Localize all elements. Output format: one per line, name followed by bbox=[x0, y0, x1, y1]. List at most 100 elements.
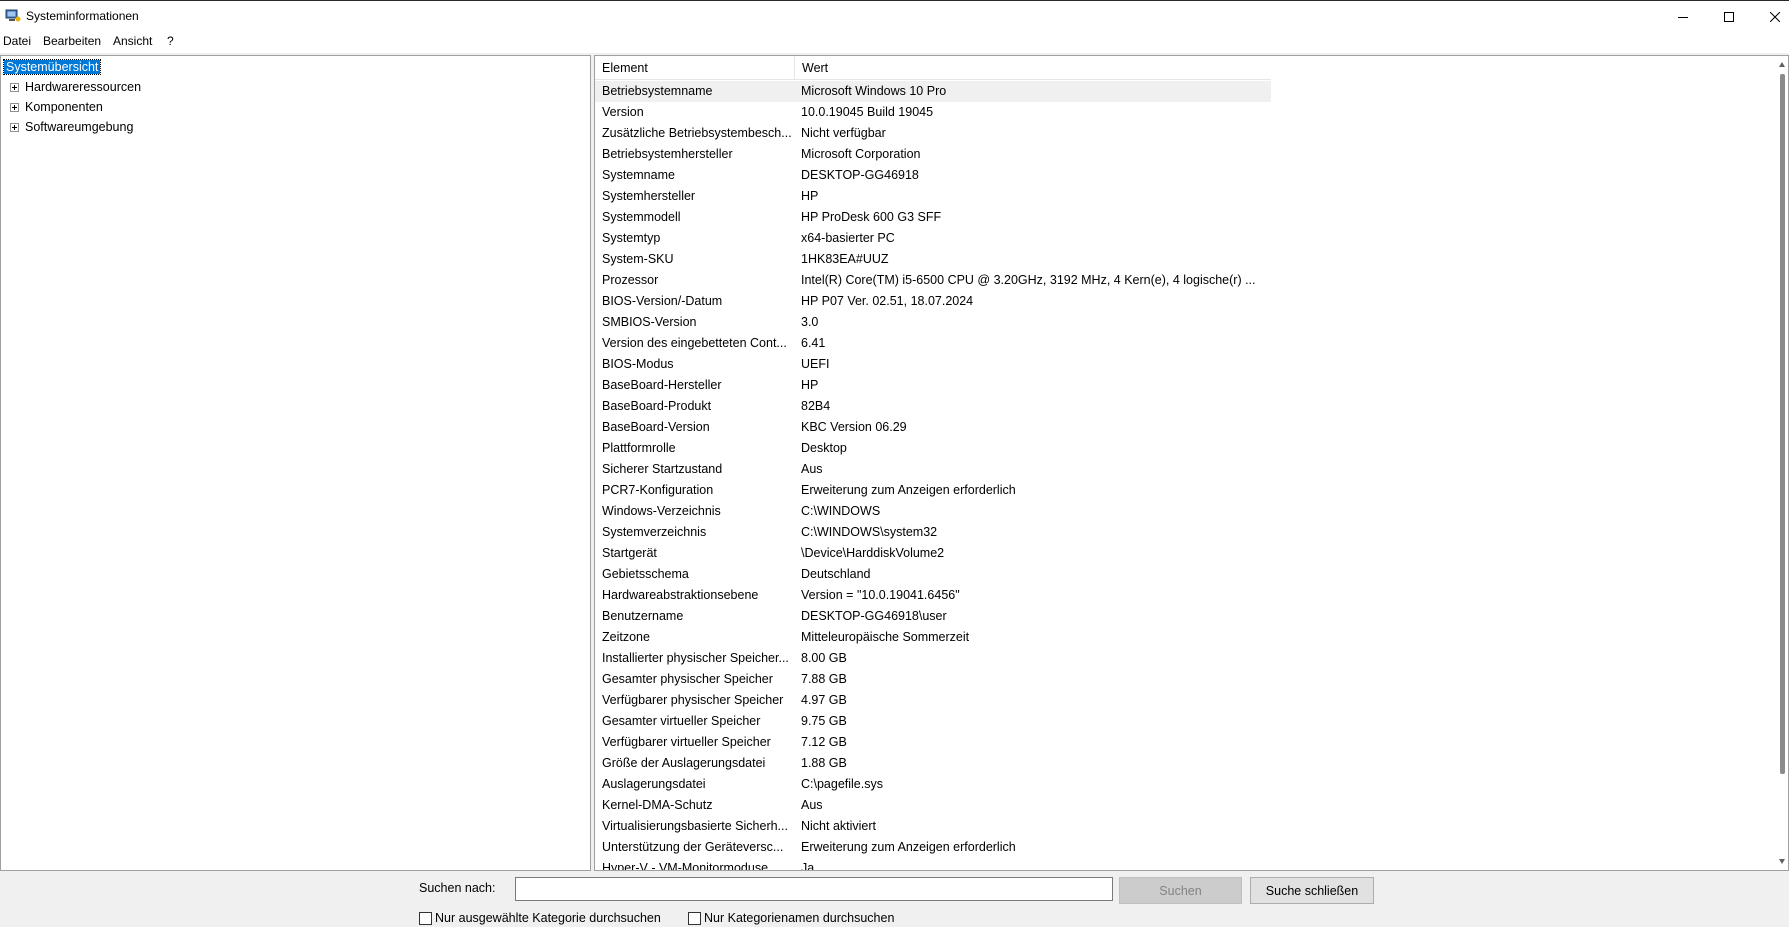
row-value: Microsoft Windows 10 Pro bbox=[801, 84, 947, 98]
table-row[interactable]: Startgerät \Device\HarddiskVolume2 bbox=[595, 543, 1271, 564]
row-value: 4.97 GB bbox=[801, 693, 847, 707]
row-element: Virtualisierungsbasierte Sicherh... bbox=[602, 819, 788, 833]
only-category-names-checkbox[interactable]: Nur Kategorienamen durchsuchen bbox=[688, 911, 908, 925]
table-row[interactable]: BIOS-Modus UEFI bbox=[595, 354, 1271, 375]
table-row[interactable]: BaseBoard-Produkt 82B4 bbox=[595, 396, 1271, 417]
row-value: C:\WINDOWS bbox=[801, 504, 881, 518]
table-row[interactable]: Systemverzeichnis C:\WINDOWS\system32 bbox=[595, 522, 1271, 543]
table-row[interactable]: Version des eingebetteten Cont... 6.41 bbox=[595, 333, 1271, 354]
tree-item-hardwareressourcen[interactable]: Hardwareressourcen bbox=[2, 79, 202, 96]
row-value: HP bbox=[801, 378, 819, 392]
row-value: Ja bbox=[801, 861, 815, 871]
row-value: Intel(R) Core(TM) i5-6500 CPU @ 3.20GHz,… bbox=[801, 273, 1256, 287]
table-row[interactable]: Prozessor Intel(R) Core(TM) i5-6500 CPU @… bbox=[595, 270, 1271, 291]
row-value: C:\pagefile.sys bbox=[801, 777, 883, 791]
table-row[interactable]: BaseBoard-Version KBC Version 06.29 bbox=[595, 417, 1271, 438]
table-row[interactable]: Sicherer Startzustand Aus bbox=[595, 459, 1271, 480]
table-row[interactable]: BaseBoard-Hersteller HP bbox=[595, 375, 1271, 396]
table-row[interactable]: Virtualisierungsbasierte Sicherh... Nicht… bbox=[595, 816, 1271, 837]
table-row[interactable]: Betriebsystemname Microsoft Windows 10 Pr… bbox=[595, 81, 1271, 102]
only-selected-category-checkbox[interactable]: Nur ausgewählte Kategorie durchsuchen bbox=[419, 911, 679, 925]
row-element: Systemmodell bbox=[602, 210, 681, 224]
table-row[interactable]: Zeitzone Mitteleuropäische Sommerzeit bbox=[595, 627, 1271, 648]
table-row[interactable]: Systemtyp x64-basierter PC bbox=[595, 228, 1271, 249]
checkbox-box[interactable] bbox=[688, 912, 701, 925]
window-title: Systeminformationen bbox=[26, 9, 139, 23]
table-row[interactable]: Auslagerungsdatei C:\pagefile.sys bbox=[595, 774, 1271, 795]
menu-bearbeiten[interactable]: Bearbeiten bbox=[43, 34, 101, 48]
row-element: Systemtyp bbox=[602, 231, 661, 245]
tree-item-label: Hardwareressourcen bbox=[25, 80, 142, 94]
row-element: Systemhersteller bbox=[602, 189, 696, 203]
table-row[interactable]: Betriebsystemhersteller Microsoft Corpora… bbox=[595, 144, 1271, 165]
row-value: 3.0 bbox=[801, 315, 819, 329]
table-row[interactable]: Verfügbarer physischer Speicher 4.97 GB bbox=[595, 690, 1271, 711]
row-element: BIOS-Version/-Datum bbox=[602, 294, 723, 308]
row-value: 1HK83EA#UUZ bbox=[801, 252, 889, 266]
menu-bar: Datei Bearbeiten Ansicht ? bbox=[0, 31, 1789, 53]
table-row[interactable]: Systemmodell HP ProDesk 600 G3 SFF bbox=[595, 207, 1271, 228]
expand-icon[interactable] bbox=[10, 103, 19, 112]
table-row[interactable]: Zusätzliche Betriebsystembesch... Nicht v… bbox=[595, 123, 1271, 144]
menu-ansicht[interactable]: Ansicht bbox=[113, 34, 152, 48]
table-row[interactable]: Installierter physischer Speicher... 8.00… bbox=[595, 648, 1271, 669]
table-row[interactable]: Unterstützung der Geräteversc... Erweiter… bbox=[595, 837, 1271, 858]
table-row[interactable]: System-SKU 1HK83EA#UUZ bbox=[595, 249, 1271, 270]
checkbox-label: Nur ausgewählte Kategorie durchsuchen bbox=[435, 911, 661, 925]
expand-icon[interactable] bbox=[10, 123, 19, 132]
close-button[interactable] bbox=[1752, 1, 1789, 32]
table-row[interactable]: Verfügbarer virtueller Speicher 7.12 GB bbox=[595, 732, 1271, 753]
row-value: Mitteleuropäische Sommerzeit bbox=[801, 630, 970, 644]
table-row[interactable]: SMBIOS-Version 3.0 bbox=[595, 312, 1271, 333]
table-row[interactable]: Hyper-V - VM-Monitormoduse... Ja bbox=[595, 858, 1271, 871]
search-button[interactable]: Suchen bbox=[1119, 877, 1242, 904]
row-value: Desktop bbox=[801, 441, 847, 455]
details-list[interactable]: Element Wert Betriebsystemname Microsoft … bbox=[594, 55, 1789, 871]
table-row[interactable]: Gesamter virtueller Speicher 9.75 GB bbox=[595, 711, 1271, 732]
table-row[interactable]: PCR7-Konfiguration Erweiterung zum Anzeig… bbox=[595, 480, 1271, 501]
table-row[interactable]: Version 10.0.19045 Build 19045 bbox=[595, 102, 1271, 123]
search-input[interactable] bbox=[515, 877, 1113, 901]
column-header-wert[interactable]: Wert bbox=[795, 56, 1271, 80]
minimize-button[interactable] bbox=[1660, 1, 1706, 32]
checkbox-box[interactable] bbox=[419, 912, 432, 925]
maximize-button[interactable] bbox=[1706, 1, 1752, 32]
row-element: Verfügbarer virtueller Speicher bbox=[602, 735, 771, 749]
vertical-scrollbar[interactable] bbox=[1777, 56, 1788, 870]
table-row[interactable]: Plattformrolle Desktop bbox=[595, 438, 1271, 459]
menu-help[interactable]: ? bbox=[167, 34, 174, 48]
table-row[interactable]: Systemhersteller HP bbox=[595, 186, 1271, 207]
table-row[interactable]: Hardwareabstraktionsebene Version = "10.0… bbox=[595, 585, 1271, 606]
column-header-element[interactable]: Element bbox=[595, 56, 795, 80]
tree-item-softwareumgebung[interactable]: Softwareumgebung bbox=[2, 119, 202, 136]
row-value: HP ProDesk 600 G3 SFF bbox=[801, 210, 942, 224]
table-row[interactable]: Windows-Verzeichnis C:\WINDOWS bbox=[595, 501, 1271, 522]
table-row[interactable]: Systemname DESKTOP-GG46918 bbox=[595, 165, 1271, 186]
row-element: BaseBoard-Version bbox=[602, 420, 710, 434]
table-row[interactable]: Gesamter physischer Speicher 7.88 GB bbox=[595, 669, 1271, 690]
row-value: Aus bbox=[801, 798, 823, 812]
expand-icon[interactable] bbox=[10, 83, 19, 92]
table-row[interactable]: Gebietsschema Deutschland bbox=[595, 564, 1271, 585]
row-value: C:\WINDOWS\system32 bbox=[801, 525, 938, 539]
row-element: Betriebsystemname bbox=[602, 84, 713, 98]
row-value: UEFI bbox=[801, 357, 830, 371]
checkbox-label: Nur Kategorienamen durchsuchen bbox=[704, 911, 895, 925]
table-row[interactable]: Größe der Auslagerungsdatei 1.88 GB bbox=[595, 753, 1271, 774]
row-element: BaseBoard-Hersteller bbox=[602, 378, 722, 392]
category-tree[interactable]: Systemübersicht Hardwareressourcen Kompo… bbox=[0, 55, 591, 871]
row-value: 9.75 GB bbox=[801, 714, 847, 728]
scroll-down-icon[interactable] bbox=[1779, 859, 1785, 864]
tree-item-komponenten[interactable]: Komponenten bbox=[2, 99, 202, 116]
row-element: BaseBoard-Produkt bbox=[602, 399, 712, 413]
table-row[interactable]: Benutzername DESKTOP-GG46918\user bbox=[595, 606, 1271, 627]
table-row[interactable]: Kernel-DMA-Schutz Aus bbox=[595, 795, 1271, 816]
scroll-thumb[interactable] bbox=[1780, 74, 1785, 774]
close-search-button[interactable]: Suche schließen bbox=[1250, 877, 1374, 904]
table-row[interactable]: BIOS-Version/-Datum HP P07 Ver. 02.51, 18… bbox=[595, 291, 1271, 312]
menu-datei[interactable]: Datei bbox=[3, 34, 31, 48]
scroll-up-icon[interactable] bbox=[1779, 62, 1785, 67]
row-value: 1.88 GB bbox=[801, 756, 847, 770]
tree-item-systemuebersicht[interactable]: Systemübersicht bbox=[2, 59, 202, 76]
row-value: 7.88 GB bbox=[801, 672, 847, 686]
